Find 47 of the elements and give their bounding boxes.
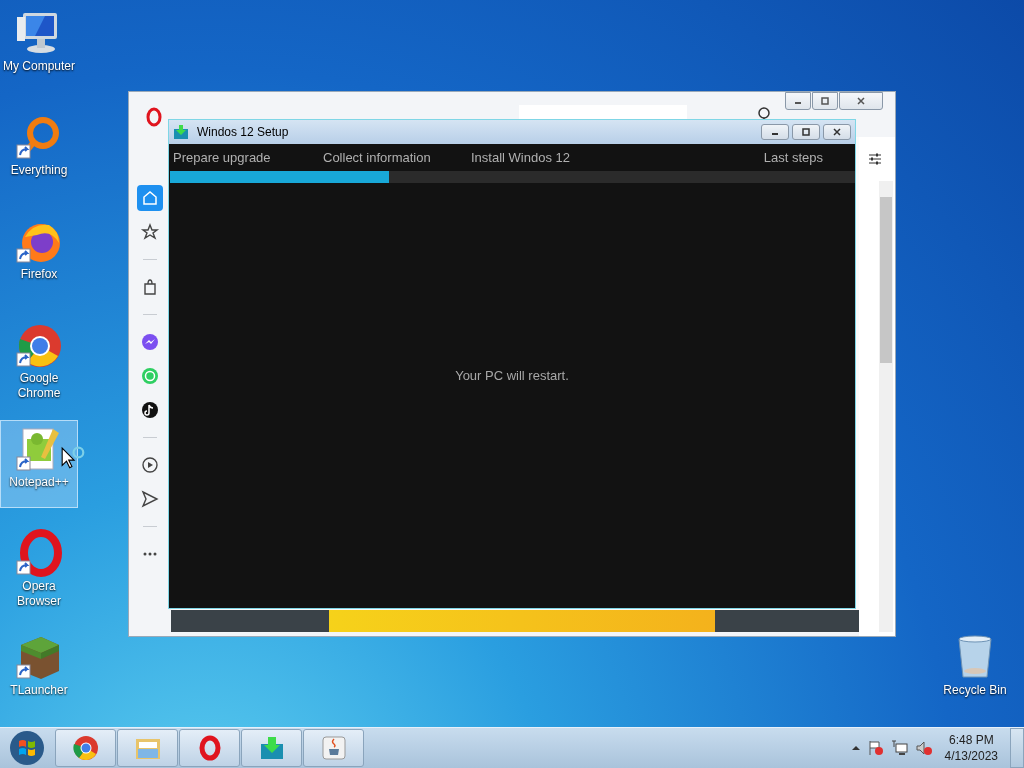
maximize-icon xyxy=(801,127,811,137)
desktop-shortcut[interactable]: Everything xyxy=(0,108,78,196)
browser-logo-icon xyxy=(71,734,100,762)
desktop-shortcut[interactable]: My Computer xyxy=(0,4,78,92)
close-button[interactable] xyxy=(823,124,851,140)
play-icon xyxy=(140,455,160,475)
settings-sliders-icon[interactable] xyxy=(867,151,883,167)
window-title: Windos 12 Setup xyxy=(197,125,289,139)
step-label: Prepare upgrade xyxy=(173,150,271,165)
minimize-button[interactable] xyxy=(761,124,789,140)
desktop-shortcut[interactable]: TLauncher xyxy=(0,628,78,716)
letter-o-logo-icon[interactable] xyxy=(144,107,164,127)
download-icon xyxy=(173,124,189,140)
taskbar-button[interactable] xyxy=(303,729,364,767)
desktop-shortcut[interactable]: Opera Browser xyxy=(0,524,78,612)
recycle-bin[interactable]: Recycle Bin xyxy=(936,628,1014,716)
desktop-shortcut[interactable]: Notepad++ xyxy=(0,420,78,508)
desktop-shortcut[interactable]: Firefox xyxy=(0,212,78,300)
taskbar-button[interactable] xyxy=(55,729,116,767)
close-icon xyxy=(832,127,842,137)
maximize-button[interactable] xyxy=(792,124,820,140)
send-icon xyxy=(140,489,160,509)
caret-icon[interactable] xyxy=(850,743,861,753)
maximize-button[interactable] xyxy=(812,92,838,110)
home-icon xyxy=(140,188,160,208)
network-icon[interactable] xyxy=(890,739,909,757)
scrollbar[interactable] xyxy=(879,181,893,632)
step-label: Collect information xyxy=(323,150,431,165)
desktop-shortcut[interactable]: Google Chrome xyxy=(0,316,78,404)
star-icon xyxy=(140,222,160,242)
status-message: Your PC will restart. xyxy=(455,368,569,383)
coffee-cup-icon xyxy=(319,734,348,762)
step-label: Install Windos 12 xyxy=(471,150,570,165)
taskbar-button[interactable] xyxy=(179,729,240,767)
taskbar-button[interactable] xyxy=(241,729,302,767)
step-label: Last steps xyxy=(763,150,823,165)
minimize-button[interactable] xyxy=(785,92,811,110)
close-icon xyxy=(856,96,866,106)
taskbar-button[interactable] xyxy=(117,729,178,767)
start-orb-icon xyxy=(9,730,45,766)
speaker-muted-icon[interactable] xyxy=(914,739,933,757)
busy-cursor-icon xyxy=(60,446,86,472)
note-icon xyxy=(140,400,160,420)
maximize-icon xyxy=(820,96,830,106)
more-icon xyxy=(143,552,157,556)
flag-error-icon[interactable] xyxy=(866,739,885,757)
clock[interactable]: 6:48 PM 4/13/2023 xyxy=(938,732,1004,764)
